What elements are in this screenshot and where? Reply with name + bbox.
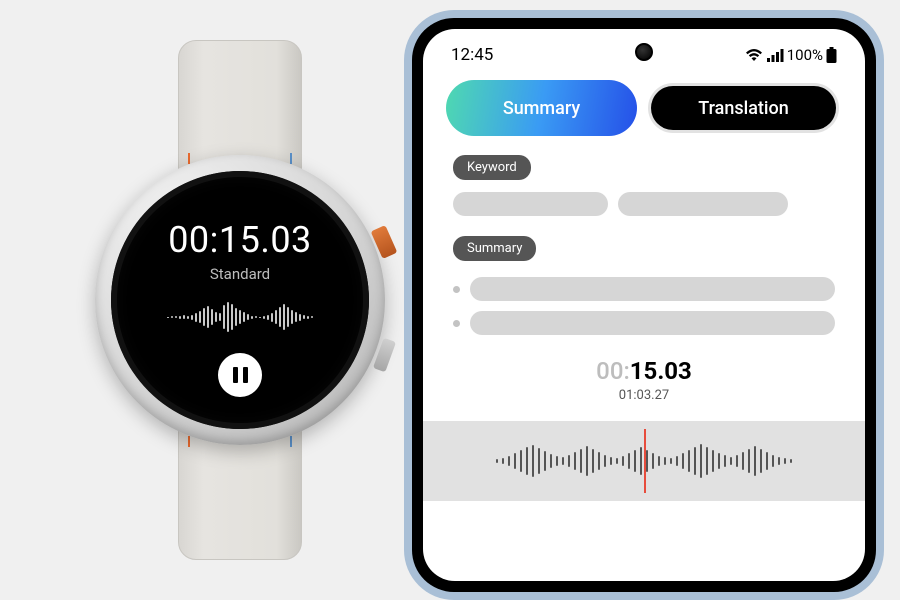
tab-label: Summary <box>503 98 580 119</box>
phone-screen: 12:45 100% Summary Translation Keyword <box>423 29 865 581</box>
signal-icon <box>766 48 784 62</box>
pause-icon <box>233 367 238 383</box>
playback-cursor <box>644 429 646 493</box>
placeholder-line <box>470 311 835 335</box>
placeholder-chip <box>453 192 608 216</box>
pause-button[interactable] <box>218 353 262 397</box>
playback-waveform[interactable] <box>423 421 865 501</box>
stitch-decoration <box>188 153 190 164</box>
tab-bar: Summary Translation <box>423 73 865 133</box>
wifi-icon <box>745 48 763 62</box>
keyword-placeholders <box>453 192 835 216</box>
recording-mode: Standard <box>210 265 270 283</box>
tab-summary[interactable]: Summary <box>449 83 634 133</box>
status-time: 12:45 <box>451 45 493 65</box>
smartphone: 12:45 100% Summary Translation Keyword <box>404 10 884 600</box>
recording-timer: 00:15.03 <box>168 219 312 261</box>
current-time: 00:15.03 <box>453 357 835 385</box>
waveform-visualization <box>167 297 313 337</box>
time-prefix: 00: <box>596 357 630 385</box>
tab-label: Translation <box>698 98 788 119</box>
stitch-decoration <box>290 153 292 164</box>
watch-side-button[interactable] <box>373 338 396 373</box>
summary-bullets <box>453 277 835 335</box>
status-indicators: 100% <box>745 46 837 64</box>
battery-percentage: 100% <box>787 46 823 64</box>
keyword-section-label: Keyword <box>453 155 531 180</box>
summary-bullet <box>453 311 835 335</box>
summary-bullet <box>453 277 835 301</box>
playback-time: 00:15.03 01:03.27 <box>453 357 835 403</box>
phone-frame: 12:45 100% Summary Translation Keyword <box>412 18 876 592</box>
watch-dial: 00:15.03 Standard <box>111 171 369 429</box>
total-time: 01:03.27 <box>453 388 835 403</box>
smartwatch: 00:15.03 Standard <box>100 40 380 560</box>
stitch-decoration <box>290 436 292 447</box>
summary-content: Keyword Summary 00:15.03 01:03.27 <box>423 133 865 403</box>
watch-band-bottom <box>178 425 302 560</box>
battery-icon <box>826 47 837 63</box>
placeholder-line <box>470 277 835 301</box>
placeholder-chip <box>618 192 788 216</box>
stitch-decoration <box>188 436 190 447</box>
front-camera <box>635 43 653 61</box>
pause-icon <box>243 367 248 383</box>
tab-translation[interactable]: Translation <box>648 83 839 133</box>
watch-case: 00:15.03 Standard <box>95 155 385 445</box>
time-value: 15.03 <box>630 357 692 385</box>
watch-crown-button[interactable] <box>371 225 398 259</box>
summary-section-label: Summary <box>453 236 536 261</box>
